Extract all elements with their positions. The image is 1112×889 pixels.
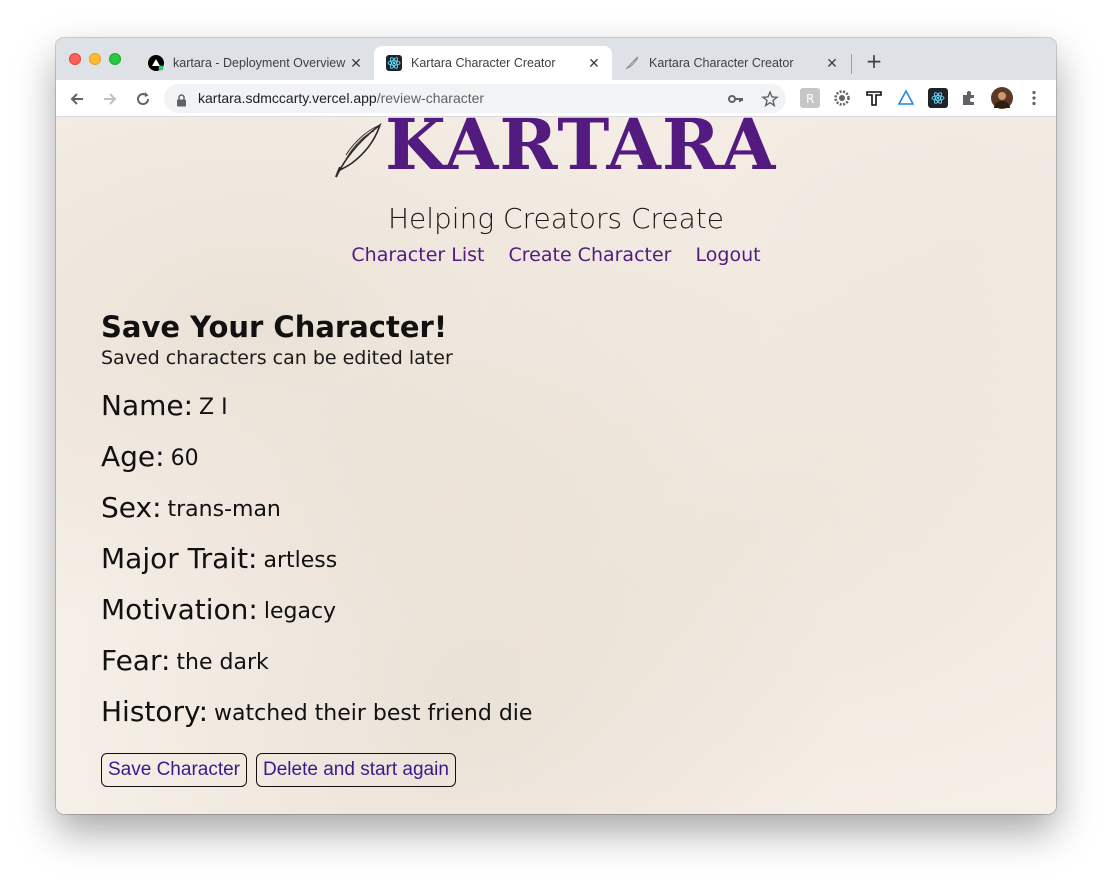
delete-and-restart-button[interactable]: Delete and start again bbox=[256, 753, 456, 787]
tab-kartara-active[interactable]: Kartara Character Creator ✕ bbox=[374, 46, 612, 80]
key-icon[interactable] bbox=[726, 89, 746, 109]
url-text: kartara.sdmccarty.vercel.app/review-char… bbox=[198, 90, 484, 106]
field-label: Major Trait: bbox=[101, 542, 258, 575]
extension-triangle-icon[interactable] bbox=[896, 88, 916, 108]
tab-title: Kartara Character Creator bbox=[649, 56, 794, 70]
page-subtitle: Saved characters can be edited later bbox=[101, 347, 453, 369]
extensions-puzzle-icon[interactable] bbox=[959, 88, 979, 108]
field-label: Age: bbox=[101, 440, 165, 473]
url-host: kartara.sdmccarty.vercel.app bbox=[198, 90, 377, 106]
field-age: Age: 60 bbox=[101, 422, 1001, 473]
logo-wordmark: KARTARA bbox=[385, 117, 777, 186]
extension-r-icon[interactable]: R bbox=[800, 88, 820, 108]
browser-menu-icon[interactable] bbox=[1024, 88, 1044, 108]
field-history: History: watched their best friend die bbox=[101, 677, 1001, 728]
field-fear: Fear: the dark bbox=[101, 626, 1001, 677]
field-name: Name: Z I bbox=[101, 371, 1001, 422]
browser-window: kartara - Deployment Overview ✕ Kartara … bbox=[56, 38, 1056, 814]
tab-kartara-2[interactable]: Kartara Character Creator ✕ bbox=[612, 46, 850, 80]
review-character-panel: Save Your Character! Saved characters ca… bbox=[101, 309, 1001, 728]
page-viewport: KARTARA Helping Creators Create Characte… bbox=[56, 117, 1056, 814]
react-icon bbox=[386, 55, 402, 71]
quill-logo-icon bbox=[335, 122, 382, 178]
nav-character-list-link[interactable]: Character List bbox=[351, 244, 484, 266]
close-tab-icon[interactable]: ✕ bbox=[346, 55, 366, 72]
site-nav: Character List Create Character Logout bbox=[56, 244, 1056, 266]
tab-vercel-deployment[interactable]: kartara - Deployment Overview ✕ bbox=[136, 46, 374, 80]
svg-text:R: R bbox=[806, 92, 814, 105]
save-character-button[interactable]: Save Character bbox=[101, 753, 248, 787]
minimize-window-button[interactable] bbox=[89, 53, 101, 65]
field-value: legacy bbox=[263, 599, 337, 624]
reload-button[interactable] bbox=[130, 86, 156, 112]
field-major-trait: Major Trait: artless bbox=[101, 524, 1001, 575]
tab-title: kartara - Deployment Overview bbox=[173, 56, 346, 70]
tab-title: Kartara Character Creator bbox=[411, 56, 556, 70]
nav-logout-link[interactable]: Logout bbox=[696, 244, 761, 266]
tab-strip: kartara - Deployment Overview ✕ Kartara … bbox=[56, 38, 1056, 80]
close-tab-icon[interactable]: ✕ bbox=[584, 55, 604, 72]
field-value: trans-man bbox=[167, 497, 281, 522]
site-logo[interactable]: KARTARA bbox=[330, 117, 810, 192]
address-bar[interactable]: kartara.sdmccarty.vercel.app/review-char… bbox=[164, 84, 786, 113]
new-tab-button[interactable]: + bbox=[862, 50, 886, 74]
react-devtools-icon[interactable] bbox=[928, 88, 948, 108]
field-value: 60 bbox=[170, 446, 199, 471]
maximize-window-button[interactable] bbox=[109, 53, 121, 65]
quill-icon bbox=[624, 55, 640, 71]
extension-t-icon[interactable] bbox=[864, 88, 884, 108]
lock-icon[interactable] bbox=[176, 92, 187, 111]
field-value: the dark bbox=[176, 650, 269, 675]
profile-avatar[interactable] bbox=[991, 87, 1013, 109]
forward-button[interactable] bbox=[97, 86, 123, 112]
url-path: /review-character bbox=[376, 90, 485, 106]
field-label: History: bbox=[101, 695, 209, 728]
field-label: Name: bbox=[101, 389, 194, 422]
tab-separator bbox=[851, 54, 852, 74]
bookmark-star-icon[interactable] bbox=[760, 89, 780, 109]
page-title: Save Your Character! bbox=[101, 310, 448, 344]
field-value: artless bbox=[263, 548, 338, 573]
field-sex: Sex: trans-man bbox=[101, 473, 1001, 524]
field-value: watched their best friend die bbox=[214, 701, 533, 726]
site-tagline: Helping Creators Create bbox=[387, 202, 725, 235]
back-button[interactable] bbox=[64, 86, 90, 112]
field-label: Sex: bbox=[101, 491, 162, 524]
action-buttons: Save Character Delete and start again bbox=[101, 753, 456, 787]
field-motivation: Motivation: legacy bbox=[101, 575, 1001, 626]
nav-create-character-link[interactable]: Create Character bbox=[509, 244, 672, 266]
field-value: Z I bbox=[199, 395, 228, 420]
field-label: Motivation: bbox=[101, 593, 258, 626]
vercel-icon bbox=[148, 55, 164, 71]
browser-toolbar: kartara.sdmccarty.vercel.app/review-char… bbox=[56, 80, 1056, 117]
field-label: Fear: bbox=[101, 644, 171, 677]
extension-gear-icon[interactable] bbox=[832, 88, 852, 108]
close-window-button[interactable] bbox=[69, 53, 81, 65]
close-tab-icon[interactable]: ✕ bbox=[822, 55, 842, 72]
